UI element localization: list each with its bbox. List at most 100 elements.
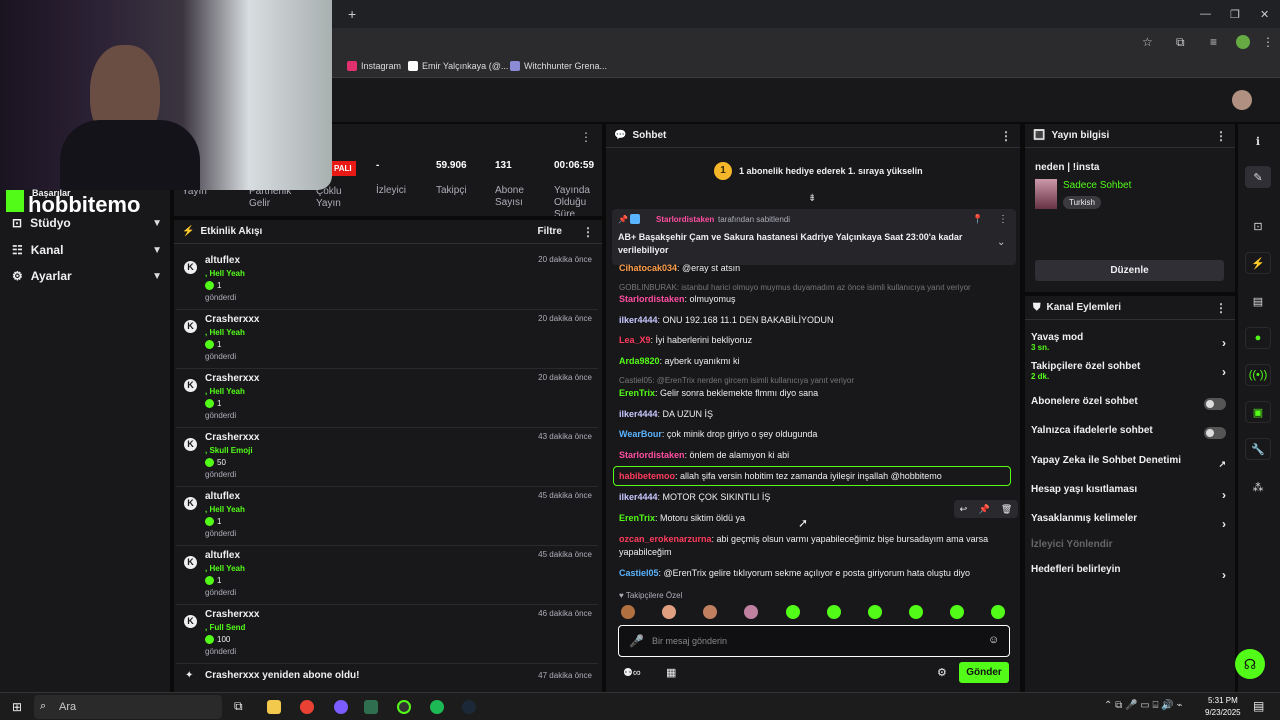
chrome-icon[interactable] <box>300 700 314 714</box>
tag-chip[interactable]: Turkish <box>1063 196 1101 209</box>
emote-icon[interactable] <box>786 605 800 619</box>
chat-username[interactable]: ilker4444 <box>619 315 658 325</box>
gift-banner[interactable]: 1 abonelik hediye ederek 1. sıraya yükse… <box>739 166 923 176</box>
activity-user[interactable]: Crasherxxx <box>205 314 259 325</box>
emote-icon[interactable] <box>827 605 841 619</box>
clock-time[interactable]: 5:31 PM <box>1208 696 1238 705</box>
windows-start-icon[interactable]: ⊞ <box>12 700 22 714</box>
info-icon[interactable]: ℹ <box>1245 130 1271 152</box>
stats-menu-icon[interactable]: ⋮ <box>580 130 592 144</box>
wrench-icon[interactable]: 🔧 <box>1245 438 1271 460</box>
chat-username[interactable]: ilker4444 <box>619 409 658 419</box>
chevron-down-icon[interactable]: ⌄ <box>997 237 1005 248</box>
channel-action-row[interactable]: Hesap yaşı kısıtlaması › <box>1031 484 1226 502</box>
profile-icon[interactable] <box>1236 35 1250 49</box>
chat-input[interactable]: 🎤 Bir mesaj gönderin ☺ <box>618 625 1010 657</box>
new-tab-button[interactable]: + <box>348 6 356 22</box>
chat-message[interactable]: Starlordistaken: önlem de alamıyon ki ab… <box>619 449 1009 462</box>
emote-icon[interactable] <box>991 605 1005 619</box>
integrations-icon[interactable]: ⁂ <box>1245 476 1271 498</box>
chat-message[interactable]: habibetemoo: allah şifa versin hobitim t… <box>619 470 1009 483</box>
chat-username[interactable]: Cihatocak034 <box>619 263 677 273</box>
chat-message[interactable]: Castiel05: @ErenTrix gelire tıklıyorum s… <box>619 567 1009 580</box>
activity-user[interactable]: altuflex <box>205 491 240 502</box>
chat-message[interactable]: Cihatocak034: @eray st atsın <box>619 262 1009 275</box>
emote-icon[interactable] <box>703 605 717 619</box>
channel-action-row[interactable]: Hedefleri belirleyin › <box>1031 564 1226 582</box>
xbox-icon[interactable] <box>364 700 378 714</box>
pinned-menu-icon[interactable]: ⋮ <box>998 214 1008 225</box>
file-explorer-icon[interactable] <box>267 700 281 714</box>
obs-icon[interactable] <box>397 700 411 714</box>
chat-username[interactable]: ErenTrix <box>619 513 655 523</box>
category-link[interactable]: Sadece Sohbet <box>1063 180 1131 191</box>
panel-menu-icon[interactable]: ⋮ <box>1215 301 1227 315</box>
chat-message[interactable]: ozcan_erokenarzurna: abi geçmiş olsun va… <box>619 533 1009 559</box>
chat-username[interactable]: habibetemoo <box>619 471 675 481</box>
minimize-button[interactable]: — <box>1200 8 1211 20</box>
chat-username[interactable]: Arda9820 <box>619 356 660 366</box>
emote-icon[interactable] <box>662 605 676 619</box>
sidebar-item-settings[interactable]: ⚙ Ayarlar ▼ <box>12 269 162 283</box>
panel-menu-icon[interactable]: ⋮ <box>582 225 594 239</box>
broadcast-icon[interactable]: ((•)) <box>1245 364 1271 386</box>
channel-action-row[interactable]: Yasaklanmış kelimeler › <box>1031 513 1226 531</box>
support-icon[interactable]: ☊ <box>1235 649 1265 679</box>
toggle-switch[interactable] <box>1204 427 1226 439</box>
filter-button[interactable]: Filtre <box>538 226 562 237</box>
tab-search-icon[interactable]: ≡ <box>1210 35 1217 49</box>
chat-username[interactable]: ilker4444 <box>619 492 658 502</box>
chat-username[interactable]: ErenTrix <box>619 388 655 398</box>
notification-icon[interactable]: ▤ <box>1253 699 1264 713</box>
browser-menu-icon[interactable]: ⋮ <box>1262 35 1274 49</box>
bookmark-item[interactable]: Emir Yalçınkaya (@... <box>408 61 508 71</box>
unpin-icon[interactable]: 📍 <box>972 214 983 225</box>
tray-icons[interactable]: ⌃ ⧉ 🎤 ▭ ⌸ 🔊 ⌁ <box>1104 700 1183 711</box>
document-icon[interactable]: ▤ <box>1245 290 1271 312</box>
crop-icon[interactable]: ⊡ <box>1245 215 1271 237</box>
sidebar-item-channel[interactable]: ☷ Kanal ▼ <box>12 243 162 257</box>
infinity-icon[interactable]: ⚉∞ <box>623 666 641 679</box>
chat-message[interactable]: Arda9820: ayberk uyanıkmı ki <box>619 355 1009 368</box>
microphone-icon[interactable]: 🎤 <box>629 634 644 648</box>
emote-icon[interactable] <box>744 605 758 619</box>
chat-message[interactable]: ErenTrix: Gelir sonra beklemekte flmmı d… <box>619 387 1009 400</box>
gear-icon[interactable]: ⚙ <box>937 666 947 679</box>
chat-message[interactable]: ilker4444: DA UZUN İŞ <box>619 408 1009 421</box>
panel-menu-icon[interactable]: ⋮ <box>1215 129 1227 143</box>
emote-icon[interactable] <box>909 605 923 619</box>
bookmark-item[interactable]: Instagram <box>347 61 401 71</box>
avatar[interactable] <box>1232 90 1252 110</box>
emoji-icon[interactable]: ☺ <box>988 634 999 646</box>
chat-username[interactable]: WearBour <box>619 429 662 439</box>
chat-username[interactable]: Starlordistaken <box>619 450 685 460</box>
task-view-icon[interactable]: ⧉ <box>234 699 243 714</box>
chat-username[interactable]: ozcan_erokenarzurna <box>619 534 712 544</box>
emote-icon[interactable] <box>868 605 882 619</box>
gift-icon[interactable]: ▦ <box>666 666 676 679</box>
steam-icon[interactable] <box>462 700 476 714</box>
extensions-icon[interactable]: ⧉ <box>1176 35 1185 50</box>
activity-user[interactable]: Crasherxxx <box>205 609 259 620</box>
chat-message[interactable]: Lea_X9: İyi haberlerini bekliyoruz <box>619 334 1009 347</box>
activity-user[interactable]: altuflex <box>205 255 240 266</box>
chat-message[interactable]: Starlordistaken: olmuyomuş <box>619 293 1009 306</box>
channel-action-row[interactable]: Yapay Zeka ile Sohbet Denetimi ↗ <box>1031 455 1226 469</box>
chat-message[interactable]: ilker4444: MOTOR ÇOK SIKINTILI İŞ <box>619 491 1009 504</box>
edit-button[interactable]: Düzenle <box>1035 260 1224 281</box>
layout-icon[interactable]: ▣ <box>1245 401 1271 423</box>
lightning-icon[interactable]: ⚡ <box>1245 252 1271 274</box>
maximize-button[interactable]: ❐ <box>1230 8 1240 21</box>
chat-message[interactable]: ErenTrix: Motoru siktim öldü ya <box>619 512 1009 525</box>
channel-action-row[interactable]: Abonelere özel sohbet <box>1031 396 1226 410</box>
bookmark-item[interactable]: Witchhunter Grena... <box>510 61 607 71</box>
chat-username[interactable]: Lea_X9 <box>619 335 651 345</box>
spotify-icon[interactable] <box>430 700 444 714</box>
edit-icon[interactable]: ✎ <box>1245 166 1271 188</box>
chat-username[interactable]: Starlordistaken <box>619 294 685 304</box>
activity-user[interactable]: Crasherxxx <box>205 373 259 384</box>
send-button[interactable]: Gönder <box>959 662 1009 683</box>
activity-user[interactable]: altuflex <box>205 550 240 561</box>
sidebar-item-studio[interactable]: ⊡ Stüdyo ▼ <box>12 216 162 230</box>
discord-icon[interactable] <box>334 700 348 714</box>
